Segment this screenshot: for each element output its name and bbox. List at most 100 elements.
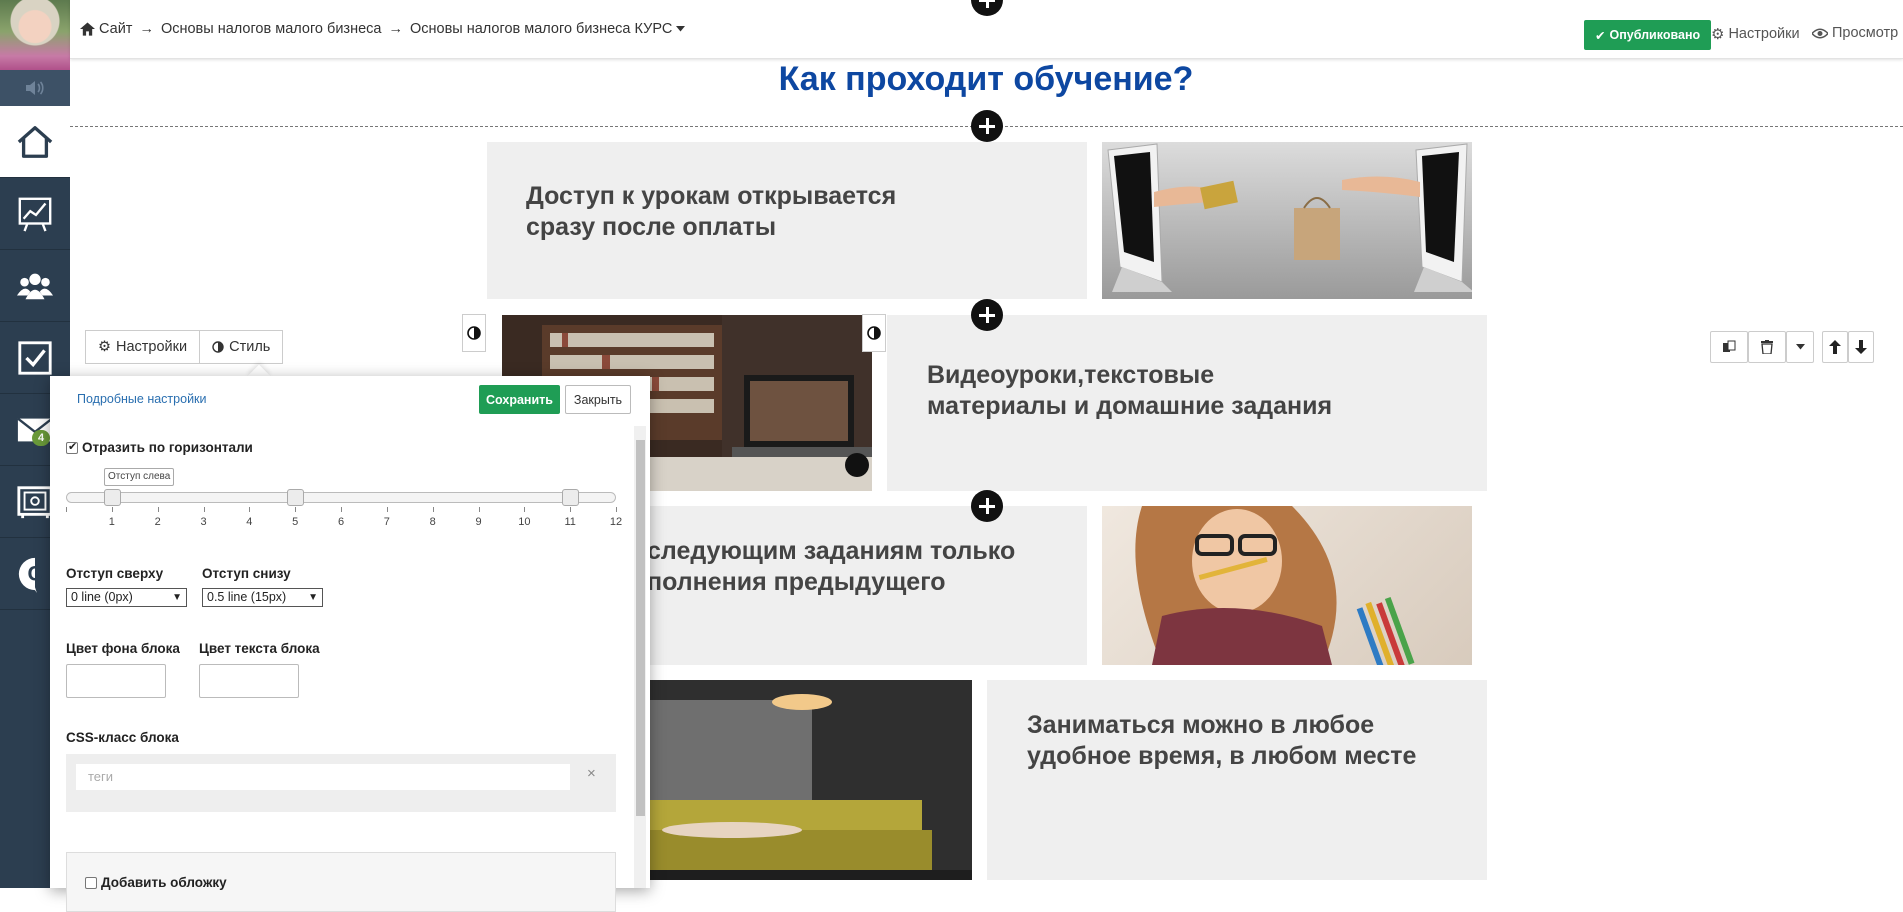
preview-link[interactable]: Просмотр — [1812, 25, 1898, 41]
tab-settings-label: Настройки — [116, 339, 188, 355]
check-icon: ✔ — [1595, 28, 1606, 43]
cover-section: Добавить обложку — [66, 852, 616, 912]
slider-tick — [341, 507, 342, 512]
caret-down-icon: ▼ — [308, 592, 318, 603]
block-text: Заниматься можно в любое удобное время, … — [1027, 711, 1417, 770]
add-block-button[interactable] — [971, 299, 1003, 331]
delete-block-button[interactable] — [1748, 331, 1786, 363]
slider-tick — [478, 507, 480, 512]
breadcrumb-site[interactable]: Сайт — [99, 21, 132, 37]
contrast-icon — [867, 326, 881, 340]
tab-settings[interactable]: ⚙ Настройки — [85, 330, 201, 364]
sidebar-item-stats[interactable] — [0, 178, 70, 250]
slider-tick — [386, 507, 388, 512]
tags-input[interactable]: теги — [76, 764, 570, 790]
slider-tick-label: 5 — [292, 516, 299, 528]
block-text: Видеоуроки,текстовые материалы и домашни… — [927, 361, 1333, 420]
settings-link[interactable]: ⚙ Настройки — [1711, 25, 1800, 43]
mail-count-badge: 4 — [32, 430, 51, 446]
copy-icon — [1723, 340, 1736, 352]
padding-top-select[interactable]: 0 line (0px) ▼ — [66, 588, 187, 607]
text-block[interactable]: Видеоуроки,текстовые материалы и домашни… — [887, 315, 1487, 491]
breadcrumb: Сайт → Основы налогов малого бизнеса → О… — [80, 21, 686, 37]
add-block-button[interactable] — [971, 110, 1003, 142]
bg-color-label: Цвет фона блока — [66, 641, 180, 656]
trash-icon — [1761, 340, 1773, 354]
contrast-toggle-button[interactable] — [462, 314, 486, 352]
slider-tick-label: 3 — [200, 516, 207, 528]
slider-tick-label: 11 — [564, 516, 576, 528]
avatar[interactable] — [0, 0, 70, 70]
text-color-label: Цвет текста блока — [199, 641, 320, 656]
add-block-button[interactable] — [971, 490, 1003, 522]
add-cover-checkbox[interactable] — [85, 876, 97, 889]
caret-down-icon: ▼ — [172, 592, 182, 603]
slider-tick — [249, 507, 251, 512]
gear-icon: ⚙ — [98, 339, 111, 355]
slider-tick-label: 8 — [429, 516, 436, 528]
close-button[interactable]: Закрыть — [565, 385, 631, 414]
slider-handle-left[interactable] — [103, 489, 121, 506]
published-button[interactable]: ✔ Опубликовано — [1584, 20, 1712, 50]
text-color-input[interactable] — [199, 664, 299, 698]
arrow-down-icon — [1855, 340, 1867, 354]
girl-studying-illustration — [1135, 506, 1415, 665]
copy-block-button[interactable] — [1710, 331, 1748, 363]
text-block[interactable]: Доступ к урокам открывается сразу после … — [487, 142, 1087, 299]
padding-bottom-select[interactable]: 0.5 line (15px) ▼ — [202, 588, 323, 607]
slider-tick-label: 4 — [246, 516, 253, 528]
contrast-icon — [212, 341, 224, 353]
sidebar-item-home[interactable] — [0, 106, 70, 178]
tab-style-label: Стиль — [229, 339, 271, 355]
caret-down-icon[interactable] — [676, 26, 686, 32]
css-class-field: теги × — [66, 754, 616, 812]
image-girl-studying[interactable] — [1102, 506, 1472, 665]
clear-tags-icon[interactable]: × — [587, 765, 596, 782]
mirror-checkbox-row[interactable]: Отразить по горизонтали — [66, 440, 253, 455]
mirror-label: Отразить по горизонтали — [82, 440, 253, 455]
slider-tick — [111, 507, 113, 512]
published-label: Опубликовано — [1609, 28, 1701, 42]
image-monitors-shopping[interactable] — [1102, 142, 1472, 299]
block-editor-tabs: ⚙ Настройки Стиль — [85, 330, 284, 364]
scrollbar-thumb[interactable] — [636, 440, 645, 816]
home-icon — [80, 22, 95, 36]
block-text: следующим заданиям только полнения преды… — [647, 537, 1016, 596]
padding-top-label: Отступ сверху — [66, 566, 164, 581]
slider-tooltip: Отступ слева — [104, 468, 175, 486]
advanced-settings-link[interactable]: Подробные настройки — [77, 392, 207, 406]
mirror-checkbox[interactable] — [66, 440, 78, 454]
slider-tick — [157, 507, 159, 512]
sidebar-item-users[interactable] — [0, 250, 70, 322]
speaker-icon — [26, 81, 44, 95]
slider-scale: 1 2 3 4 5 6 7 8 9 10 11 12 — [66, 507, 622, 528]
slider-handle-middle[interactable] — [287, 489, 305, 506]
bg-color-input[interactable] — [66, 664, 166, 698]
more-options-dropdown[interactable] — [1786, 331, 1814, 363]
block-text: Доступ к урокам открывается сразу после … — [526, 182, 897, 241]
padding-bottom-value: 0.5 line (15px) — [207, 590, 287, 604]
chat-icon: C — [18, 557, 43, 593]
home-icon — [17, 125, 53, 158]
save-button[interactable]: Сохранить — [479, 385, 560, 414]
svg-text:C: C — [27, 562, 42, 585]
slider-handle-right[interactable] — [562, 489, 580, 506]
css-class-label: CSS-класс блока — [66, 730, 179, 745]
tab-style[interactable]: Стиль — [200, 330, 284, 364]
move-down-button[interactable] — [1848, 331, 1874, 363]
breadcrumb-project[interactable]: Основы налогов малого бизнеса — [161, 21, 382, 37]
users-icon — [16, 273, 54, 299]
monitors-illustration — [1107, 143, 1472, 292]
breadcrumb-page[interactable]: Основы налогов малого бизнеса КУРС — [410, 21, 672, 37]
contrast-toggle-button[interactable] — [862, 314, 886, 352]
panel-scrollbar[interactable] — [634, 426, 646, 888]
breadcrumb-separator: → — [139, 21, 154, 37]
move-up-button[interactable] — [1822, 331, 1848, 363]
sound-toggle[interactable] — [0, 70, 70, 106]
safe-icon — [17, 485, 53, 518]
style-panel: Подробные настройки Сохранить Закрыть От… — [50, 376, 650, 912]
slider-tick — [432, 507, 434, 512]
slider-tick-label: 12 — [609, 516, 623, 528]
column-slider[interactable] — [66, 492, 616, 503]
text-block[interactable]: Заниматься можно в любое удобное время, … — [987, 680, 1487, 880]
